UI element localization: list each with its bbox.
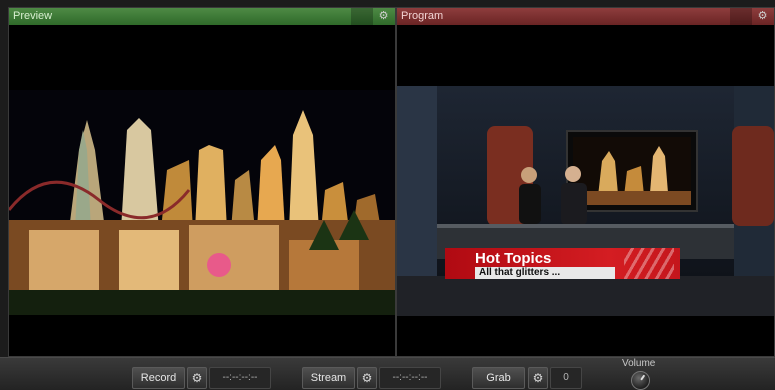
- program-title: Program: [401, 10, 444, 22]
- stream-timecode: --:--:--:--: [379, 367, 441, 389]
- program-settings-gear-icon[interactable]: ⚙: [754, 8, 771, 25]
- grab-button[interactable]: Grab: [472, 367, 525, 389]
- program-viewport: Hot Topics All that glitters ...: [397, 25, 774, 356]
- record-settings-gear-icon[interactable]: ⚙: [187, 367, 207, 389]
- program-header: Program ⚙: [397, 8, 774, 25]
- program-image: Hot Topics All that glitters ...: [397, 86, 774, 316]
- program-header-tab: [730, 8, 752, 25]
- lower-third-graphic: Hot Topics All that glitters ...: [445, 248, 680, 279]
- news-set-scene: [397, 86, 774, 316]
- stream-button[interactable]: Stream: [302, 367, 355, 389]
- preview-settings-gear-icon[interactable]: ⚙: [375, 8, 392, 25]
- preview-header-tab: [351, 8, 373, 25]
- lower-third-subtitle: All that glitters ...: [475, 267, 615, 279]
- volume-label: Volume: [622, 358, 656, 369]
- program-monitor: Program ⚙ Hot Topics All that glitters .…: [396, 7, 775, 357]
- preview-title: Preview: [13, 10, 53, 22]
- preview-monitor: Preview ⚙: [8, 7, 396, 357]
- record-button[interactable]: Record: [132, 367, 185, 389]
- preview-viewport: [9, 25, 395, 356]
- preview-header: Preview ⚙: [9, 8, 395, 25]
- volume-knob[interactable]: [631, 371, 650, 390]
- preview-image: [9, 90, 395, 315]
- stream-settings-gear-icon[interactable]: ⚙: [357, 367, 377, 389]
- grab-settings-gear-icon[interactable]: ⚙: [528, 367, 548, 389]
- control-bar: Record ⚙ --:--:--:-- Stream ⚙ --:--:--:-…: [0, 357, 775, 390]
- lower-third-title: Hot Topics: [475, 250, 552, 267]
- grab-count: 0: [550, 367, 582, 389]
- record-timecode: --:--:--:--: [209, 367, 271, 389]
- lower-third-stripes: [624, 248, 674, 279]
